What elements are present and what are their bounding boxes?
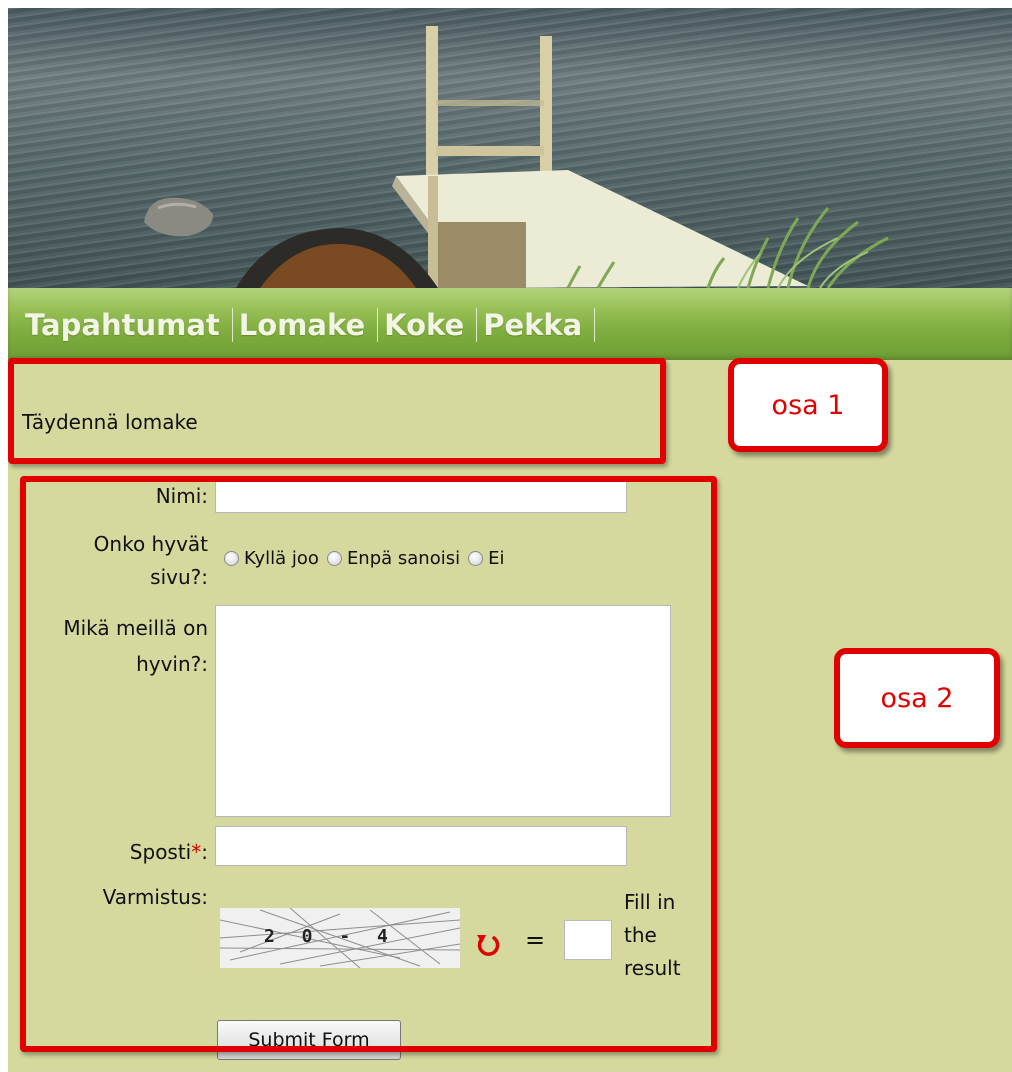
- nav-item-tapahtumat[interactable]: Tapahtumat: [25, 308, 220, 342]
- nav-separator: [377, 308, 379, 342]
- annotation-box-part2: [20, 476, 717, 1052]
- nav-separator: [476, 308, 478, 342]
- page: Tapahtumat Lomake Koke Pekka Täydennä lo…: [8, 8, 1012, 1072]
- nav-list: Tapahtumat Lomake Koke Pekka: [25, 308, 601, 342]
- header-photo: [8, 8, 1012, 288]
- nav-separator: [594, 308, 596, 342]
- annotation-callout-part2: osa 2: [834, 648, 1000, 748]
- main-navigation: Tapahtumat Lomake Koke Pekka: [8, 288, 1012, 360]
- nav-item-pekka[interactable]: Pekka: [483, 308, 582, 342]
- annotation-box-part1: [8, 358, 666, 464]
- pier-illustration: [144, 26, 889, 288]
- nav-item-lomake[interactable]: Lomake: [239, 308, 365, 342]
- nav-separator: [231, 308, 233, 342]
- annotation-callout-part1: osa 1: [728, 358, 888, 452]
- nav-item-koke[interactable]: Koke: [384, 308, 464, 342]
